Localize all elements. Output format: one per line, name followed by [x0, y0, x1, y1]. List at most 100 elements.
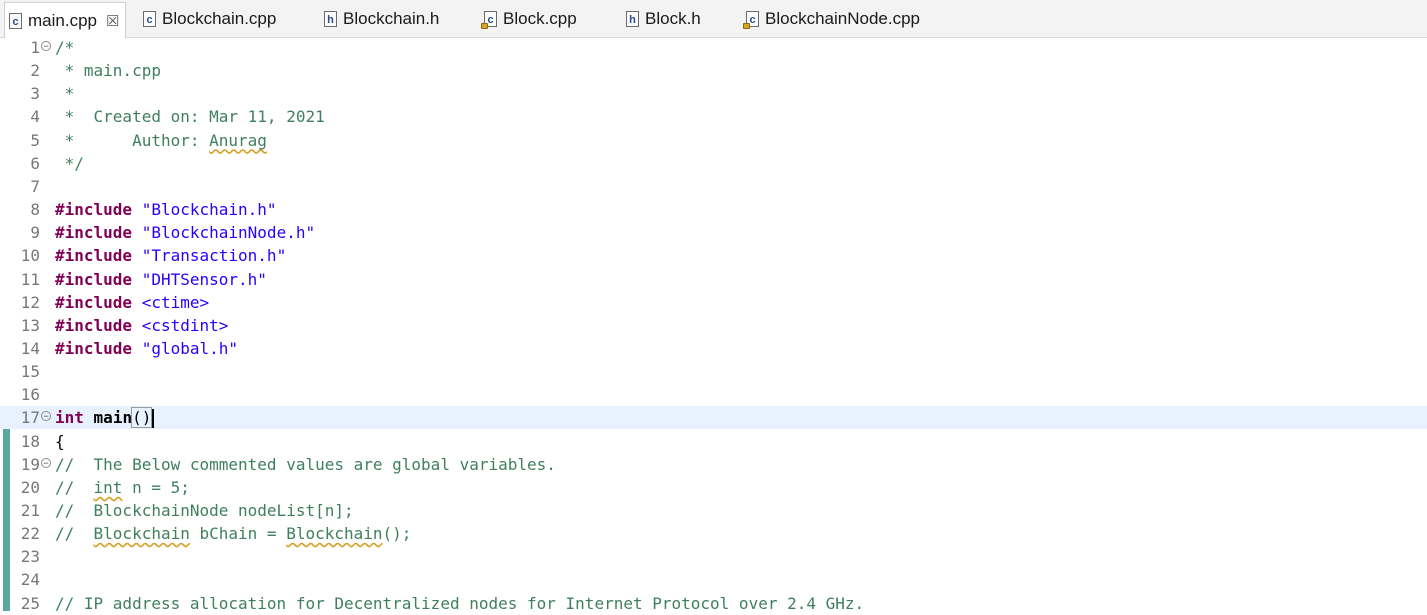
code-token: #include: [55, 246, 133, 266]
code-line[interactable]: 10 #include "Transaction.h": [0, 244, 1427, 267]
code-line[interactable]: 9 #include "BlockchainNode.h": [0, 221, 1427, 244]
line-number: 9: [30, 223, 40, 243]
code-token: Blockchain: [286, 524, 383, 544]
code-token: "Blockchain.h": [141, 200, 277, 220]
fold-toggle-icon[interactable]: −: [41, 457, 51, 469]
code-line[interactable]: 11 #include "DHTSensor.h": [0, 268, 1427, 291]
code-line[interactable]: 5 * Author: Anurag: [0, 129, 1427, 152]
code-line[interactable]: 17− int main(): [0, 406, 1427, 430]
code-token: */: [55, 153, 84, 173]
line-number: 21: [20, 501, 40, 520]
code-token: // IP address allocation for Decentraliz…: [55, 593, 865, 613]
code-token: // BlockchainNode nodeList[n];: [55, 501, 354, 520]
code-line[interactable]: 16: [0, 383, 1427, 406]
code-token: * Created on: Mar 11, 2021: [55, 107, 325, 127]
code-text: // BlockchainNode nodeList[n];: [55, 499, 354, 522]
code-text: */: [55, 152, 84, 175]
code-token: <ctime>: [141, 292, 210, 312]
text-cursor: [152, 409, 155, 429]
tab-block-h[interactable]: h Block.h: [622, 4, 701, 34]
code-text: * Created on: Mar 11, 2021: [55, 105, 325, 128]
code-line[interactable]: 4 * Created on: Mar 11, 2021: [0, 105, 1427, 128]
code-token: #include: [55, 269, 133, 289]
code-token: Blockchain: [93, 524, 190, 544]
line-number: 16: [20, 385, 40, 405]
line-number: 12: [20, 292, 40, 312]
code-line[interactable]: 12 #include <ctime>: [0, 291, 1427, 314]
code-line[interactable]: 23: [0, 545, 1427, 568]
code-token: * main.cpp: [55, 61, 161, 81]
code-token: "DHTSensor.h": [141, 269, 267, 289]
lock-icon: [743, 23, 750, 29]
code-line[interactable]: 13 #include <cstdint>: [0, 314, 1427, 337]
line-number: 23: [20, 547, 40, 567]
code-text: #include "BlockchainNode.h": [55, 221, 315, 244]
code-text: // int n = 5;: [55, 476, 190, 499]
code-token: Anurag: [209, 130, 267, 150]
tab-block-cpp[interactable]: c Block.cpp: [480, 4, 577, 34]
code-token: #include: [55, 200, 133, 220]
code-line[interactable]: 6 */: [0, 152, 1427, 175]
c-source-file-icon: c: [9, 12, 22, 29]
line-number: 17: [20, 408, 40, 428]
code-line[interactable]: 24: [0, 568, 1427, 591]
line-number: 15: [20, 362, 40, 382]
line-number: 13: [20, 315, 40, 335]
code-token: *: [55, 84, 75, 104]
code-token: #include: [55, 315, 133, 335]
fold-toggle-icon[interactable]: −: [41, 41, 51, 52]
code-text: #include "DHTSensor.h": [55, 268, 267, 291]
code-line[interactable]: 25 // IP address allocation for Decentral…: [0, 592, 1427, 615]
c-source-file-icon: c: [143, 11, 156, 27]
tab-label: Blockchain.h: [343, 9, 440, 28]
line-number: 24: [20, 570, 40, 590]
code-line[interactable]: 14 #include "global.h": [0, 337, 1427, 360]
code-text: int main(): [55, 406, 155, 429]
code-line[interactable]: 7: [0, 175, 1427, 198]
fold-toggle-icon[interactable]: −: [41, 411, 51, 422]
code-token: ();: [382, 524, 412, 544]
code-line[interactable]: 1−/*: [0, 36, 1427, 59]
code-token: // The Below commented values are global…: [55, 454, 556, 474]
code-text: // Blockchain bChain = Blockchain();: [55, 522, 411, 545]
code-line[interactable]: 19−// The Below commented values are glo…: [0, 453, 1427, 476]
code-token: n = 5;: [122, 477, 190, 497]
tab-blockchain-cpp[interactable]: c Blockchain.cpp: [139, 4, 276, 34]
c-source-file-locked-icon: c: [743, 11, 759, 29]
line-number: 8: [30, 200, 40, 220]
code-text: /*: [55, 36, 74, 59]
code-text: #include <ctime>: [55, 291, 209, 314]
code-line[interactable]: 15: [0, 360, 1427, 383]
tab-main-cpp[interactable]: c main.cpp ☒: [4, 2, 127, 38]
line-number: 2: [30, 61, 40, 81]
code-text: *: [55, 82, 75, 105]
code-line[interactable]: 3 *: [0, 82, 1427, 105]
close-tab-icon[interactable]: ☒: [106, 12, 119, 30]
code-token: #include: [55, 292, 133, 312]
code-text: * Author: Anurag: [55, 129, 267, 152]
line-number: 18: [20, 431, 40, 451]
code-line[interactable]: 20 // int n = 5;: [0, 476, 1427, 499]
tab-blockchain-h[interactable]: h Blockchain.h: [320, 4, 439, 34]
c-source-file-locked-icon: c: [481, 11, 497, 29]
code-line[interactable]: 21 // BlockchainNode nodeList[n];: [0, 499, 1427, 522]
code-token: * Author:: [55, 130, 210, 150]
line-number: 3: [30, 84, 40, 104]
tab-blockchainnode-cpp[interactable]: c BlockchainNode.cpp: [742, 4, 920, 34]
code-line[interactable]: 2 * main.cpp: [0, 59, 1427, 82]
code-text: #include "Blockchain.h": [55, 198, 277, 221]
code-line[interactable]: 8 #include "Blockchain.h": [0, 198, 1427, 221]
code-line[interactable]: 18 {: [0, 430, 1427, 453]
code-text: * main.cpp: [55, 59, 161, 82]
line-number: 7: [30, 176, 40, 196]
code-editor[interactable]: 1−/* 2 * main.cpp 3 * 4 * Created on: Mar 1…: [0, 36, 1427, 613]
code-line[interactable]: 22// Blockchain bChain = Blockchain();: [0, 522, 1427, 545]
